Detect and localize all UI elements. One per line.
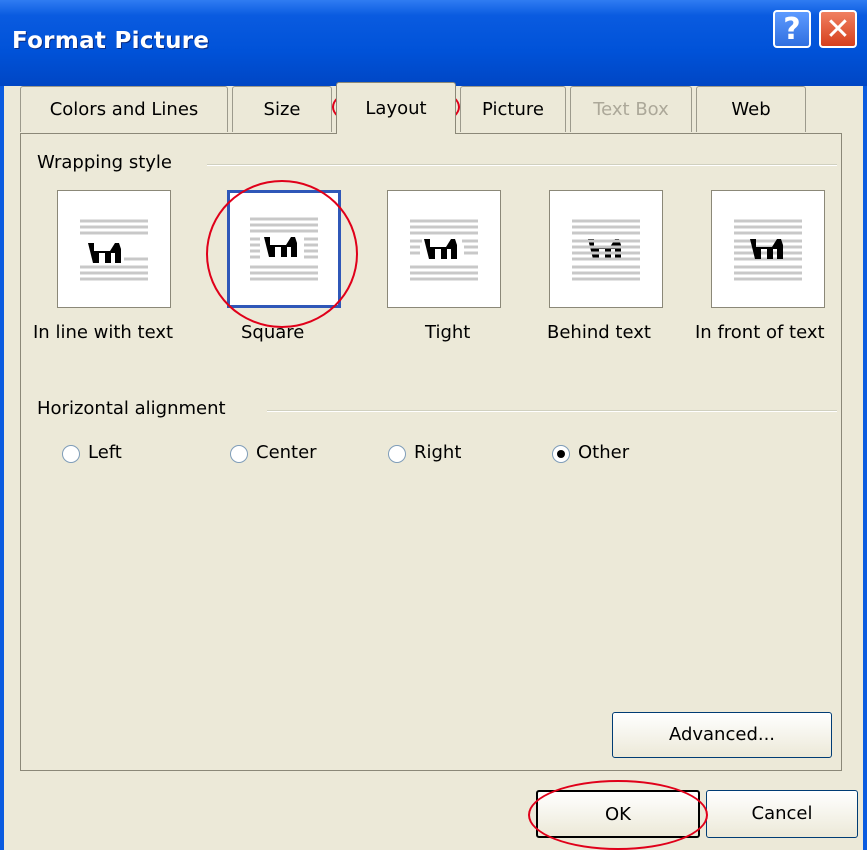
format-picture-dialog: Format Picture ? ✕ Colors and Lines Size… (0, 0, 867, 850)
ok-button[interactable]: OK (536, 790, 700, 838)
inline-wrap-label: In line with text (33, 322, 174, 343)
radio-other[interactable] (552, 445, 570, 463)
in-front-of-text-option[interactable] (711, 190, 825, 308)
title-bar[interactable]: Format Picture ? ✕ (0, 0, 867, 86)
behind-text-icon (572, 219, 640, 281)
inline-wrap-icon (80, 219, 148, 281)
radio-left-label[interactable]: Left (88, 442, 122, 463)
behind-text-option[interactable] (549, 190, 663, 308)
radio-center-label[interactable]: Center (256, 442, 317, 463)
group-divider (207, 164, 837, 166)
dialog-title: Format Picture (12, 28, 210, 54)
tab-web[interactable]: Web (696, 86, 806, 132)
tight-wrap-icon (410, 219, 478, 281)
tab-size[interactable]: Size (232, 86, 332, 132)
advanced-button[interactable]: Advanced... (612, 712, 832, 758)
square-wrap-option[interactable] (227, 190, 341, 308)
horizontal-alignment-label: Horizontal alignment (37, 398, 236, 419)
radio-other-label[interactable]: Other (578, 442, 629, 463)
square-wrap-label: Square (241, 322, 305, 343)
in-front-of-text-label: In front of text (695, 322, 825, 343)
tight-wrap-option[interactable] (387, 190, 501, 308)
tab-picture[interactable]: Picture (460, 86, 566, 132)
tab-colors-and-lines[interactable]: Colors and Lines (20, 86, 228, 132)
close-button[interactable]: ✕ (819, 10, 857, 48)
behind-text-label: Behind text (547, 322, 651, 343)
tab-text-box[interactable]: Text Box (570, 86, 692, 132)
radio-center[interactable] (230, 445, 248, 463)
radio-left[interactable] (62, 445, 80, 463)
group-divider (267, 410, 837, 412)
radio-right[interactable] (388, 445, 406, 463)
radio-right-label[interactable]: Right (414, 442, 461, 463)
tab-layout[interactable]: Layout (336, 82, 456, 134)
help-button[interactable]: ? (773, 10, 811, 48)
inline-wrap-option[interactable] (57, 190, 171, 308)
square-wrap-icon (250, 217, 318, 281)
tight-wrap-label: Tight (425, 322, 471, 343)
cancel-button[interactable]: Cancel (706, 790, 858, 838)
wrapping-style-label: Wrapping style (37, 152, 182, 173)
in-front-of-text-icon (734, 219, 802, 281)
